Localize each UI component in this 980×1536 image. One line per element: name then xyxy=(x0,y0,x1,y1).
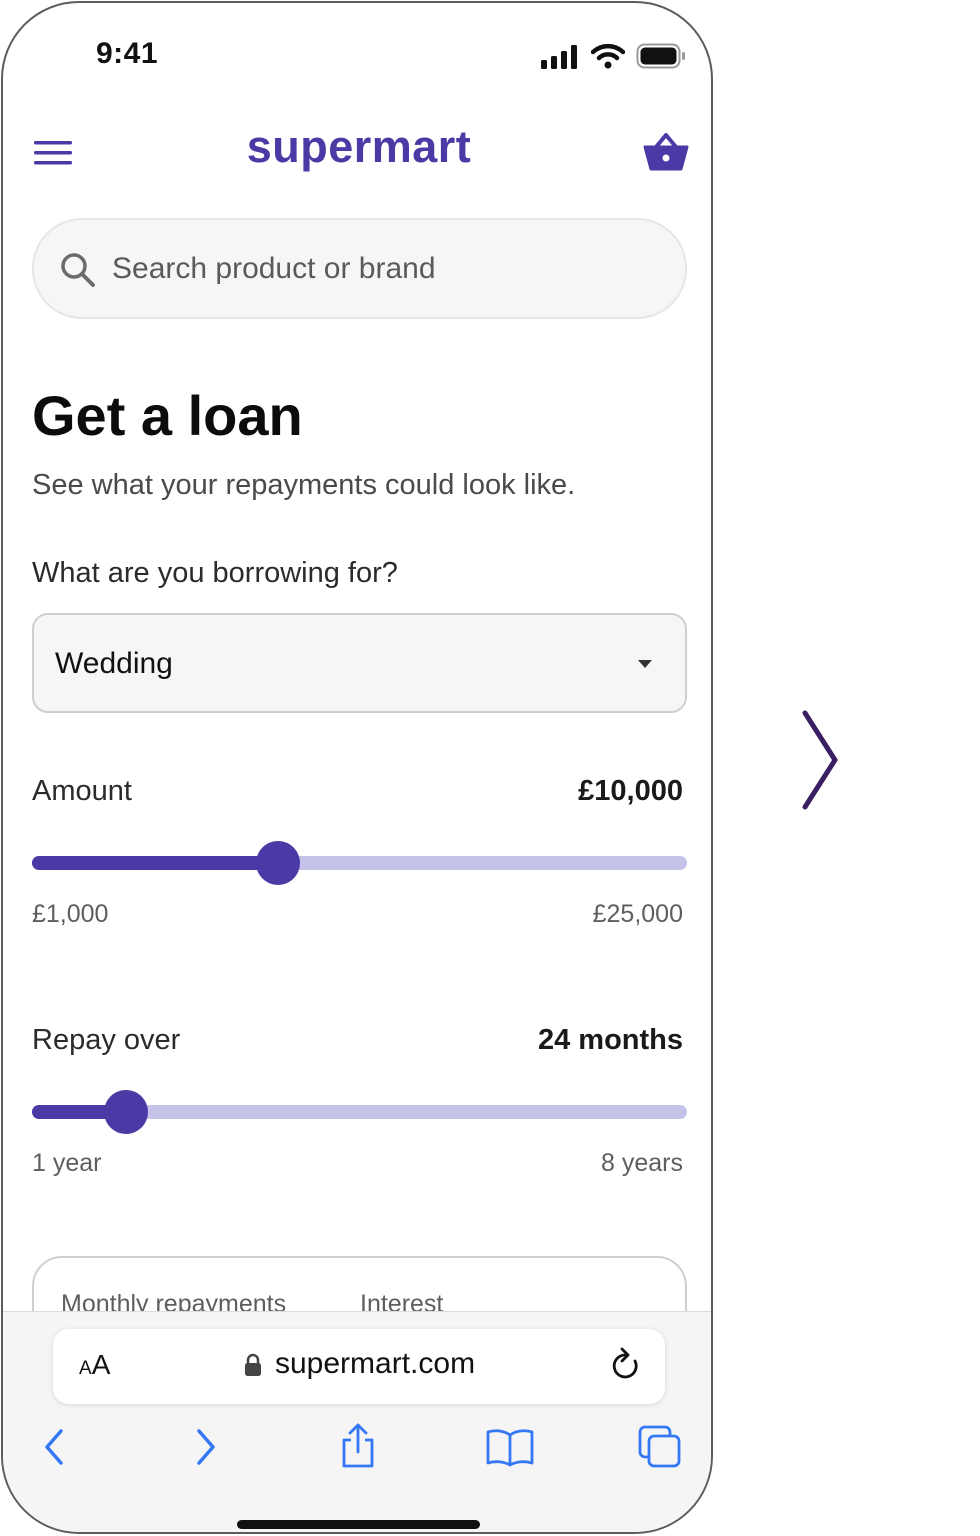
tabs-icon[interactable] xyxy=(637,1424,683,1470)
text-size-large-a: A xyxy=(91,1349,111,1380)
search-bar[interactable] xyxy=(32,218,687,319)
amount-max-label: £25,000 xyxy=(592,900,683,928)
wifi-icon xyxy=(591,43,625,69)
amount-value: £10,000 xyxy=(578,775,683,807)
page-title: Get a loan xyxy=(32,384,303,447)
search-input[interactable] xyxy=(112,242,652,296)
slider-thumb[interactable] xyxy=(104,1090,148,1134)
url-text: supermart.com xyxy=(275,1347,476,1380)
slider-fill xyxy=(32,856,278,870)
purpose-selected-value: Wedding xyxy=(55,647,173,680)
back-icon[interactable] xyxy=(39,1427,69,1467)
bookmarks-icon[interactable] xyxy=(485,1427,535,1467)
address-bar[interactable]: AA supermart.com xyxy=(53,1329,665,1404)
brand-logo[interactable]: supermart xyxy=(3,121,711,173)
next-arrow-icon[interactable] xyxy=(795,708,845,812)
page-subtitle: See what your repayments could look like… xyxy=(32,469,576,501)
slider-thumb[interactable] xyxy=(256,841,300,885)
term-value: 24 months xyxy=(537,1024,683,1056)
phone-frame: 9:41 supermart Search product or brand G… xyxy=(1,1,713,1534)
term-max-label: 8 years xyxy=(601,1149,683,1177)
text-size-button[interactable]: AA xyxy=(79,1349,110,1381)
battery-icon xyxy=(636,43,685,69)
home-indicator xyxy=(237,1520,480,1529)
term-min-label: 1 year xyxy=(32,1149,102,1177)
reload-icon[interactable] xyxy=(609,1347,643,1385)
caret-down-icon xyxy=(638,660,652,668)
purpose-label: What are you borrowing for? xyxy=(32,557,398,589)
forward-icon[interactable] xyxy=(191,1427,221,1467)
basket-icon[interactable] xyxy=(643,131,689,173)
term-label: Repay over xyxy=(32,1024,181,1056)
lock-icon xyxy=(245,1353,261,1376)
amount-slider[interactable] xyxy=(32,838,687,888)
amount-min-label: £1,000 xyxy=(32,900,109,928)
status-time: 9:41 xyxy=(96,37,159,70)
amount-label: Amount xyxy=(32,775,132,807)
search-icon xyxy=(61,253,95,287)
signal-icon xyxy=(541,45,577,69)
share-icon[interactable] xyxy=(338,1422,378,1470)
term-slider[interactable] xyxy=(32,1087,687,1137)
text-size-small-a: A xyxy=(79,1358,92,1379)
browser-toolbar: AA supermart.com xyxy=(3,1311,711,1532)
purpose-select[interactable]: Wedding xyxy=(32,613,687,713)
